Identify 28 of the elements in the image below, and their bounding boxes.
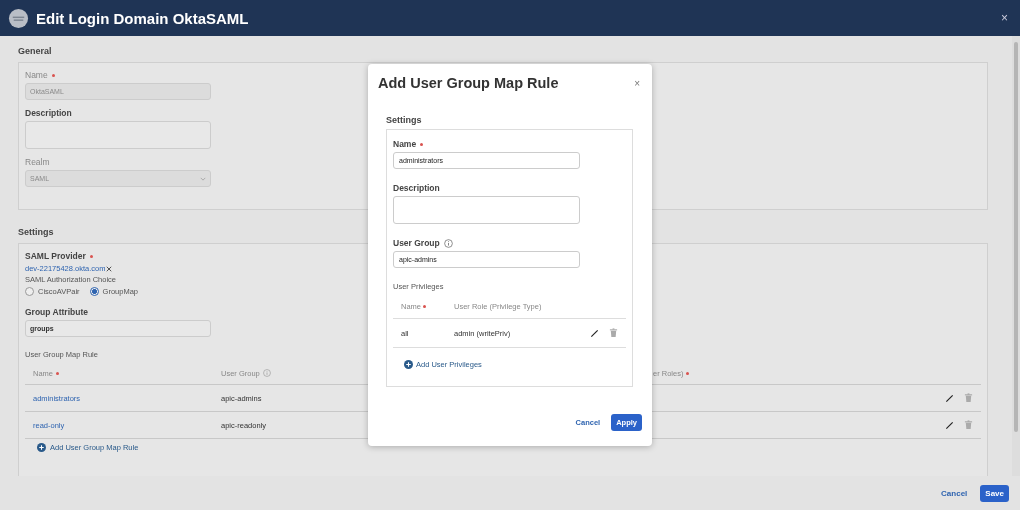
- section-title: General: [18, 46, 53, 56]
- remove-icon[interactable]: [106, 265, 113, 272]
- section-title: Settings: [386, 115, 423, 125]
- chevron-down-icon: [200, 176, 206, 181]
- field-label: Description: [25, 108, 72, 118]
- add-icon[interactable]: [404, 359, 413, 369]
- window-title: Edit Login Domain OktaSAML: [36, 9, 249, 27]
- field-label: Name: [25, 70, 48, 80]
- pencil-icon[interactable]: [590, 328, 599, 338]
- logo-icon: [8, 7, 29, 29]
- cancel-button[interactable]: Cancel: [936, 484, 973, 502]
- pencil-icon[interactable]: [945, 393, 954, 403]
- pencil-icon[interactable]: [945, 420, 954, 430]
- field-label: SAML Provider: [25, 251, 86, 261]
- dialog-title: Add User Group Map Rule: [378, 75, 559, 91]
- scrollbar[interactable]: [1012, 36, 1020, 476]
- radio-button[interactable]: [25, 287, 34, 296]
- field-label: Description: [393, 183, 440, 193]
- radio-button[interactable]: [89, 287, 99, 296]
- field-label: Group Attribute: [25, 307, 88, 317]
- field-label: Realm: [25, 157, 50, 167]
- field-label: Name: [393, 139, 417, 149]
- save-button[interactable]: Save: [980, 484, 1009, 502]
- section-title: Settings: [18, 227, 55, 237]
- field-label: User Group: [393, 238, 440, 248]
- close-button[interactable]: ×: [997, 11, 1012, 25]
- add-icon[interactable]: [37, 443, 46, 452]
- close-button[interactable]: ×: [632, 77, 642, 89]
